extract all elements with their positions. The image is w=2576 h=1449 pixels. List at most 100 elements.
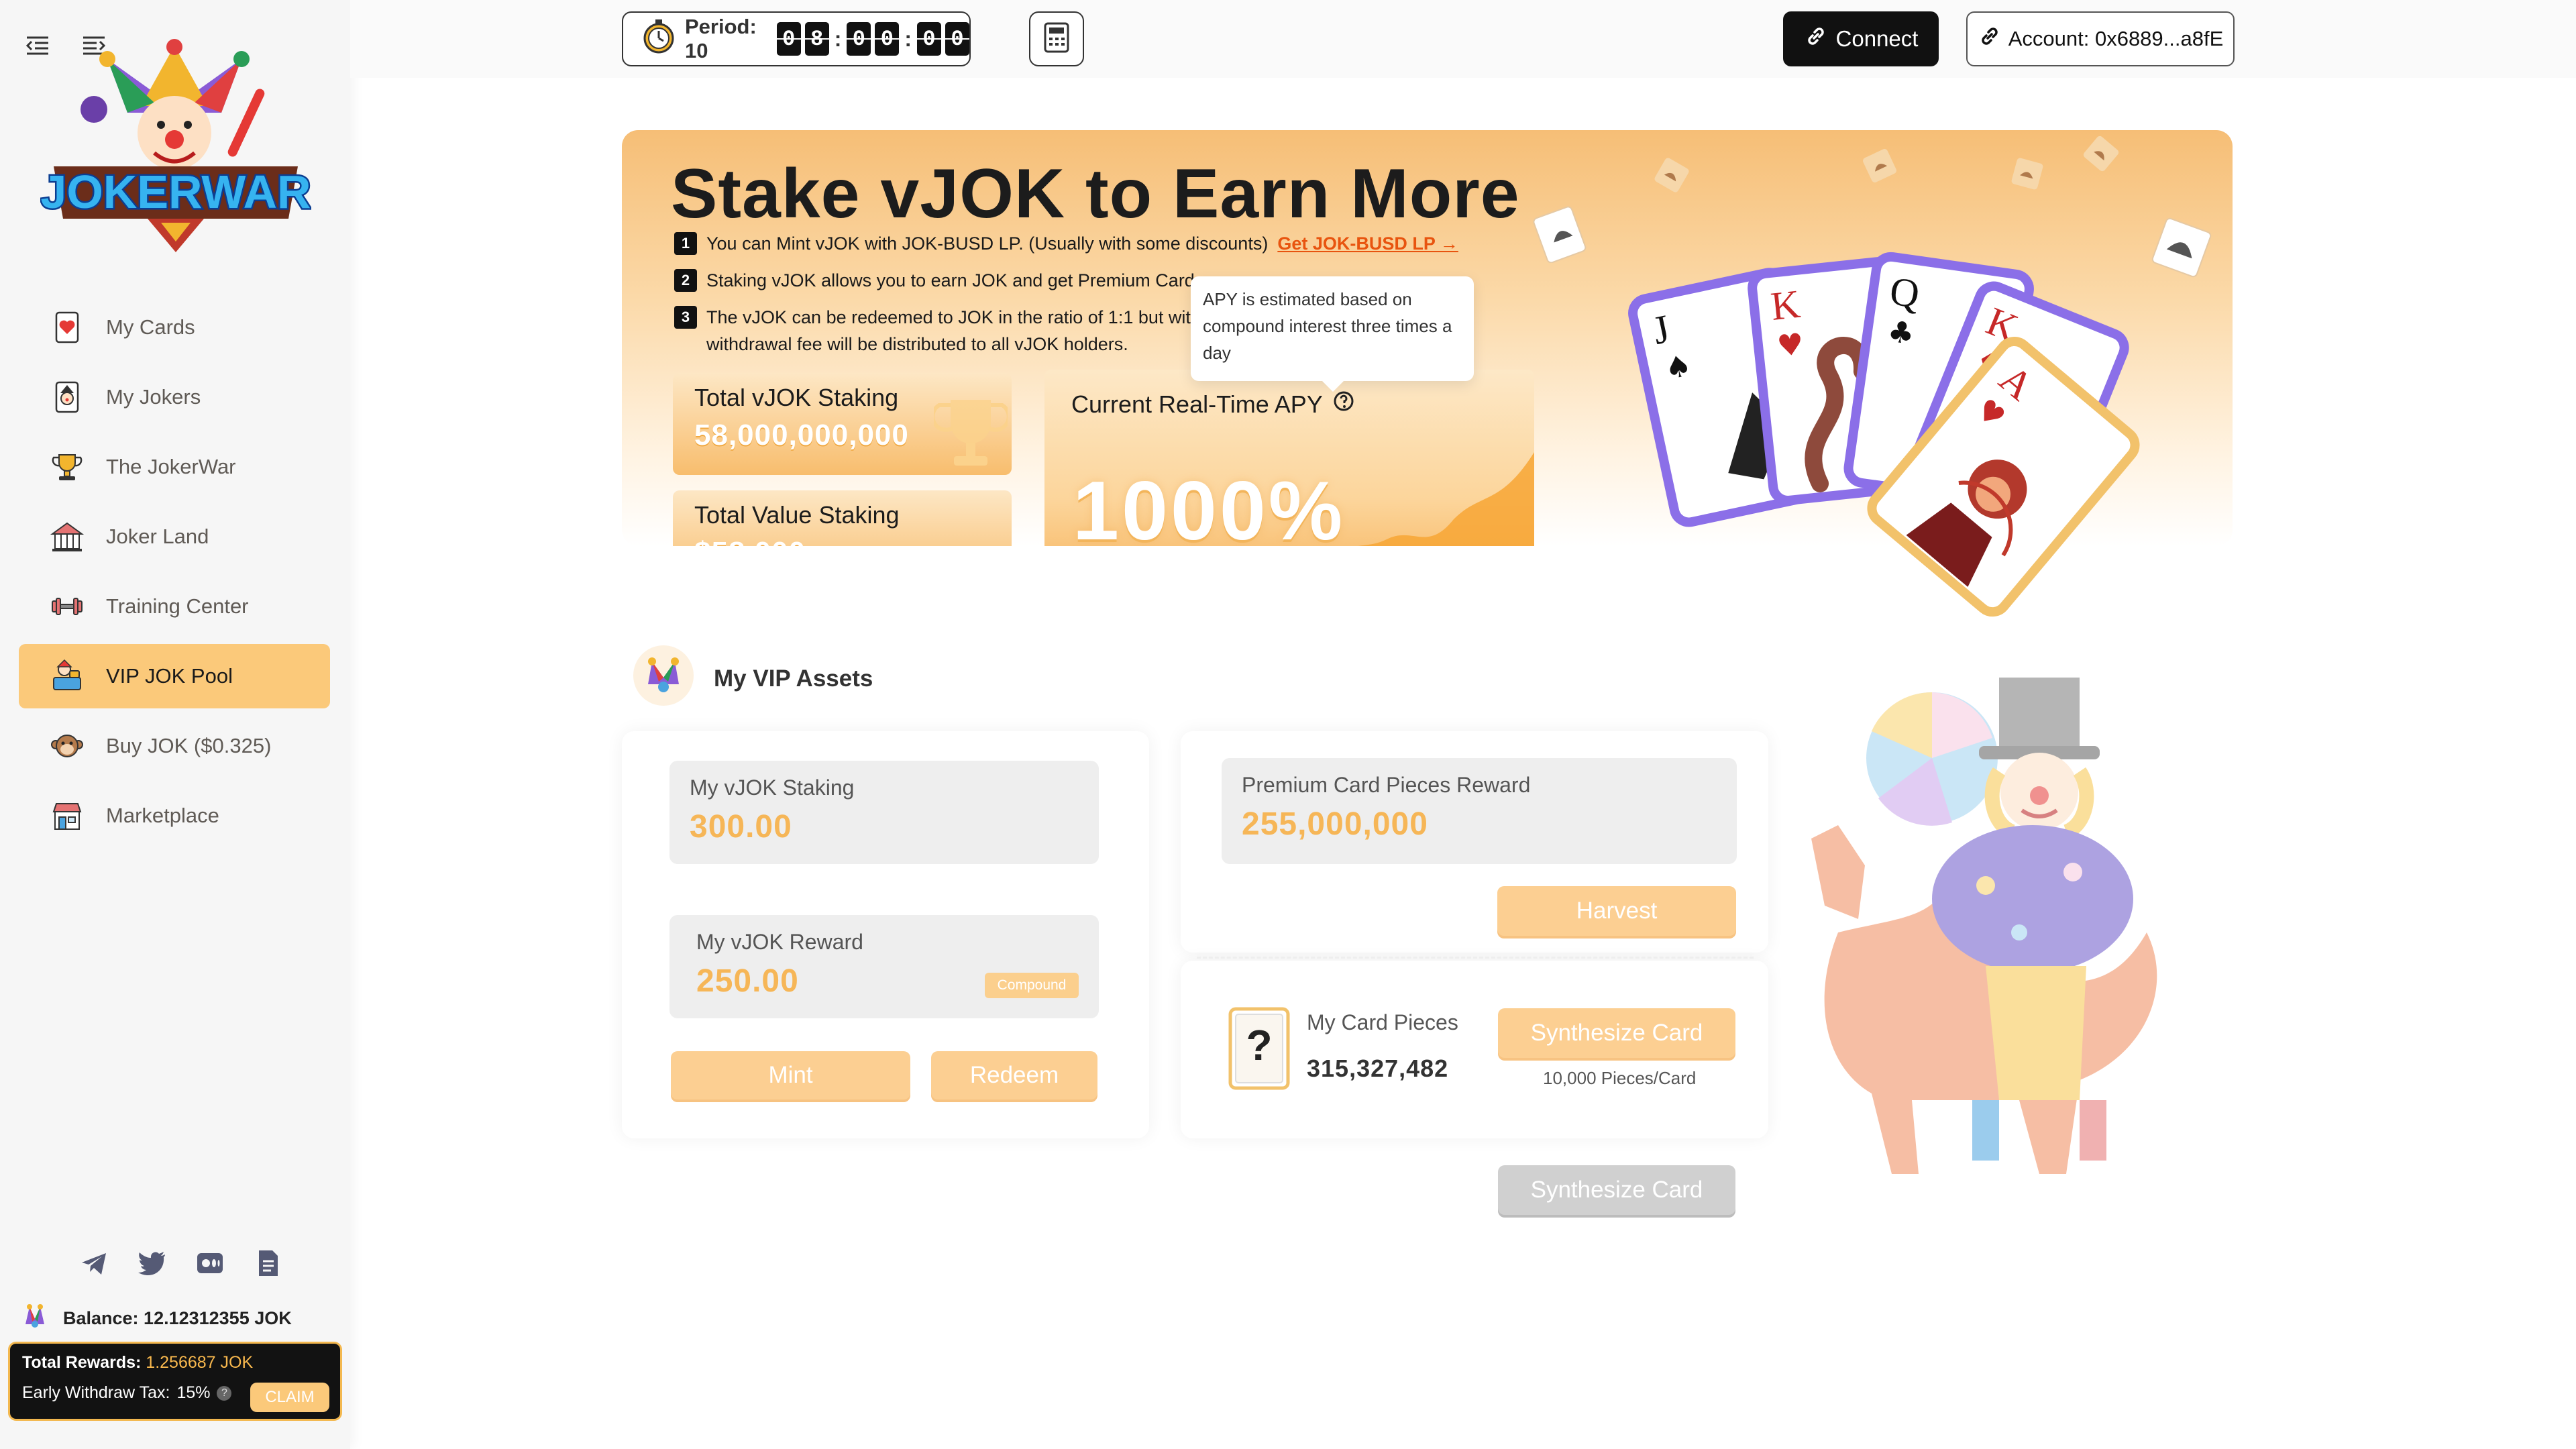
claim-button[interactable]: CLAIM bbox=[250, 1383, 329, 1412]
rewards-panel: Total Rewards: 1.256687 JOK Early Withdr… bbox=[8, 1342, 342, 1421]
sidebar-item-buy-jok[interactable]: Buy JOK ($0.325) bbox=[19, 714, 330, 778]
assets-heading: My VIP Assets bbox=[714, 665, 873, 692]
twitter-icon[interactable] bbox=[137, 1248, 168, 1282]
dumbbell-icon bbox=[48, 588, 86, 625]
sidebar-item-marketplace[interactable]: Marketplace bbox=[19, 784, 330, 848]
withdraw-tax-value: 15% bbox=[176, 1383, 211, 1402]
social-links bbox=[79, 1248, 283, 1282]
balance-label: Balance: 12.12312355 JOK bbox=[63, 1308, 292, 1328]
card-pieces-value: 315,327,482 bbox=[1307, 1055, 1449, 1082]
sidebar-item-label: Buy JOK ($0.325) bbox=[106, 734, 272, 757]
divider bbox=[1197, 957, 1754, 959]
sidebar-item-label: The JokerWar bbox=[106, 455, 236, 478]
svg-text:Q: Q bbox=[1887, 268, 1922, 316]
bullet-number: 1 bbox=[674, 232, 697, 255]
clown-fox-illustration bbox=[1811, 678, 2157, 1174]
timer-digit: 0 bbox=[917, 22, 941, 56]
premium-pieces-box: Premium Card Pieces Reward 255,000,000 bbox=[1222, 758, 1737, 864]
sidebar-item-label: Joker Land bbox=[106, 525, 209, 548]
bullet-text: Staking vJOK allows you to earn JOK and … bbox=[706, 270, 1195, 290]
pieces-per-card: 10,000 Pieces/Card bbox=[1543, 1068, 1697, 1088]
apy-tooltip: APY is estimated based on compound inter… bbox=[1191, 276, 1474, 392]
sidebar-item-my-jokers[interactable]: My Jokers bbox=[19, 365, 330, 429]
jester-avatar-icon bbox=[632, 644, 695, 713]
stat-label: Total Value Staking bbox=[694, 501, 900, 529]
timer-digit: 8 bbox=[804, 22, 829, 56]
stopwatch-icon bbox=[641, 18, 677, 60]
sidebar: JOKERWAR My Cards My Jokers The JokerWar bbox=[0, 0, 350, 1449]
stat-value: $58,000 bbox=[694, 536, 990, 546]
withdraw-tax-label: Early Withdraw Tax: bbox=[22, 1383, 170, 1402]
monkey-icon bbox=[48, 727, 86, 765]
playing-cards-illustration: J ♠ K ♥ Q ♣ K ♦ A ♥ bbox=[1628, 252, 2140, 617]
jok-token-icon bbox=[20, 1301, 50, 1336]
medium-icon[interactable] bbox=[195, 1248, 225, 1282]
svg-text:♣: ♣ bbox=[1886, 314, 1917, 352]
banner-title: Stake vJOK to Earn More bbox=[671, 155, 1520, 233]
connect-button[interactable]: Connect bbox=[1783, 11, 1939, 66]
svg-text:♥: ♥ bbox=[1776, 327, 1806, 364]
get-lp-link[interactable]: Get JOK-BUSD LP → bbox=[1277, 233, 1458, 254]
sidebar-item-my-cards[interactable]: My Cards bbox=[19, 295, 330, 360]
link-icon bbox=[1978, 24, 2002, 54]
sidebar-item-label: My Cards bbox=[106, 315, 195, 339]
account-button[interactable]: Account: 0x6889...a8fE bbox=[1966, 11, 2235, 66]
balance-row: Balance: 12.12312355 JOK bbox=[20, 1301, 292, 1336]
redeem-button[interactable]: Redeem bbox=[931, 1051, 1097, 1099]
mint-button[interactable]: Mint bbox=[671, 1051, 910, 1099]
top-bar: Period: 10 0 8 : 0 0 : 0 0 Connect Accou… bbox=[350, 0, 2576, 78]
total-vjok-staking-card: Total vJOK Staking 58,000,000,000 bbox=[673, 373, 1012, 475]
sidebar-item-label: Marketplace bbox=[106, 804, 219, 827]
countdown: 0 8 : 0 0 : 0 0 bbox=[776, 22, 969, 56]
vip-pool-icon bbox=[48, 657, 86, 695]
help-icon[interactable]: ? bbox=[217, 1385, 232, 1401]
apy-value: 1000% bbox=[1073, 465, 1346, 546]
jokerwar-logo[interactable]: JOKERWAR bbox=[39, 39, 313, 260]
apy-label: Current Real-Time APY bbox=[1071, 390, 1323, 418]
connect-label: Connect bbox=[1835, 26, 1919, 51]
sidebar-item-label: VIP JOK Pool bbox=[106, 664, 233, 688]
harvest-button[interactable]: Harvest bbox=[1497, 886, 1736, 936]
circus-tent-icon bbox=[48, 518, 86, 555]
account-label: Account: 0x6889...a8fE bbox=[2008, 27, 2224, 50]
my-vjok-reward-label: My vJOK Reward bbox=[696, 930, 863, 954]
calculator-icon bbox=[1043, 21, 1070, 57]
sidebar-item-vip-jok-pool[interactable]: VIP JOK Pool bbox=[19, 644, 330, 708]
trophy-icon bbox=[934, 400, 1008, 466]
timer-digit: 0 bbox=[847, 22, 871, 56]
bullet-item: 1 You can Mint vJOK with JOK-BUSD LP. (U… bbox=[674, 232, 1458, 257]
total-value-staking-card: Total Value Staking $58,000 bbox=[673, 490, 1012, 546]
my-vjok-reward-box: My vJOK Reward 250.00 Compound bbox=[669, 915, 1099, 1018]
bullet-text: You can Mint vJOK with JOK-BUSD LP. (Usu… bbox=[706, 233, 1269, 254]
sidebar-item-label: Training Center bbox=[106, 594, 249, 618]
compound-button[interactable]: Compound bbox=[985, 973, 1079, 998]
total-rewards-value: 1.256687 JOK bbox=[146, 1353, 254, 1372]
sidebar-item-joker-land[interactable]: Joker Land bbox=[19, 504, 330, 569]
timer-digit: 0 bbox=[945, 22, 969, 56]
bullet-number: 2 bbox=[674, 269, 697, 292]
shop-icon bbox=[48, 797, 86, 835]
svg-text:K: K bbox=[1769, 282, 1803, 329]
sidebar-nav: My Cards My Jokers The JokerWar Joker La… bbox=[19, 295, 330, 853]
sidebar-item-the-jokerwar[interactable]: The JokerWar bbox=[19, 435, 330, 499]
sidebar-item-training-center[interactable]: Training Center bbox=[19, 574, 330, 639]
telegram-icon[interactable] bbox=[79, 1248, 110, 1282]
my-vjok-staking-value: 300.00 bbox=[690, 809, 792, 845]
apy-card: Current Real-Time APY 1000% bbox=[1044, 370, 1534, 546]
svg-text:?: ? bbox=[1246, 1021, 1272, 1069]
calculator-button[interactable] bbox=[1029, 11, 1084, 66]
synthesize-card-disabled-button[interactable]: Synthesize Card bbox=[1498, 1165, 1735, 1215]
period-timer: Period: 10 0 8 : 0 0 : 0 0 bbox=[622, 11, 971, 66]
assets-header: My VIP Assets bbox=[632, 644, 873, 713]
bullet-text-cont: withdrawal fee will be distributed to al… bbox=[706, 334, 1128, 354]
synthesize-card-button[interactable]: Synthesize Card bbox=[1498, 1008, 1735, 1058]
period-label: Period: 10 bbox=[685, 15, 757, 62]
help-circle-icon[interactable] bbox=[1332, 390, 1355, 419]
premium-pieces-value: 255,000,000 bbox=[1242, 806, 1428, 842]
card-pieces-label: My Card Pieces bbox=[1307, 1010, 1458, 1034]
my-vjok-staking-box: My vJOK Staking 300.00 bbox=[669, 761, 1099, 864]
premium-pieces-label: Premium Card Pieces Reward bbox=[1242, 773, 1531, 797]
timer-digit: 0 bbox=[776, 22, 801, 56]
docs-icon[interactable] bbox=[252, 1248, 283, 1282]
bullet-text: The vJOK can be redeemed to JOK in the r… bbox=[706, 307, 1191, 327]
